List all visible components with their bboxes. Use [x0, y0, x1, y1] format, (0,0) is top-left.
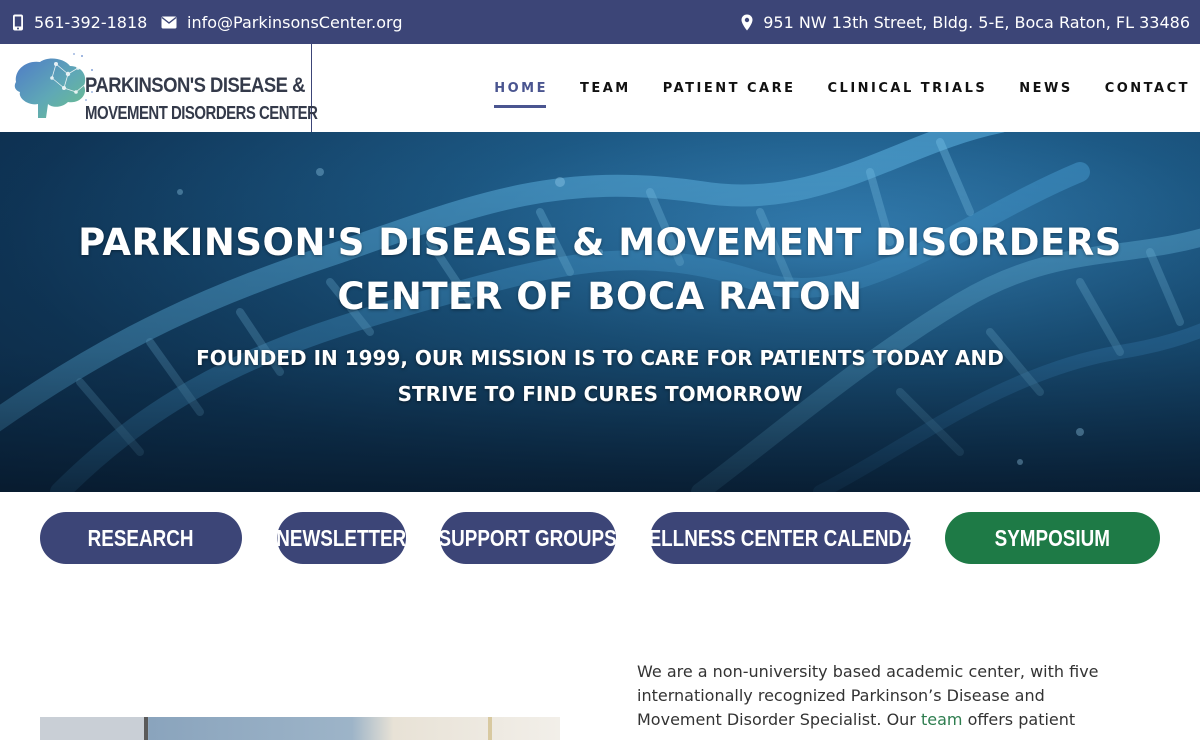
photo-detail [144, 717, 148, 740]
intro-paragraph: We are a non-university based academic c… [637, 660, 1157, 732]
nav-team[interactable]: TEAM [580, 81, 631, 96]
research-button-label: RESEARCH [88, 524, 194, 551]
logo-text-line-1: PARKINSON'S DISEASE & [85, 74, 305, 97]
photo-detail [488, 717, 492, 740]
intro-line-3-prefix: Movement Disorder Specialist. Our [637, 710, 921, 729]
hero-banner: PARKINSON'S DISEASE & MOVEMENT DISORDERS… [0, 132, 1200, 492]
hero-subtitle: FOUNDED IN 1999, OUR MISSION IS TO CARE … [150, 340, 1050, 412]
map-marker-icon [741, 14, 753, 30]
mobile-phone-icon [13, 14, 23, 30]
wellness-center-calendar-button[interactable]: WELLNESS CENTER CALENDAR [631, 512, 930, 564]
hero-title-line-1: PARKINSON'S DISEASE & MOVEMENT DISORDERS [78, 221, 1122, 264]
hero-subtitle-line-1: FOUNDED IN 1999, OUR MISSION IS TO CARE … [196, 346, 1004, 370]
team-link[interactable]: team [921, 710, 963, 729]
address-link[interactable]: 951 NW 13th Street, Bldg. 5-E, Boca Rato… [741, 0, 1190, 44]
hero-title: PARKINSON'S DISEASE & MOVEMENT DISORDERS… [0, 216, 1200, 324]
site-header: PARKINSON'S DISEASE & MOVEMENT DISORDERS… [0, 44, 1200, 132]
site-logo[interactable]: PARKINSON'S DISEASE & MOVEMENT DISORDERS… [0, 44, 318, 132]
main-navigation: HOME TEAM PATIENT CARE CLINICAL TRIALS N… [462, 44, 1190, 132]
nav-patient-care[interactable]: PATIENT CARE [663, 81, 796, 96]
street-address: 951 NW 13th Street, Bldg. 5-E, Boca Rato… [763, 12, 1190, 32]
intro-line-3: Movement Disorder Specialist. Our team o… [637, 708, 1157, 732]
envelope-icon [161, 16, 177, 28]
nav-contact[interactable]: CONTACT [1105, 81, 1190, 96]
newsletter-button[interactable]: NEWSLETTER [277, 512, 406, 564]
nav-news[interactable]: NEWS [1019, 81, 1072, 96]
email-link[interactable]: info@ParkinsonsCenter.org [161, 0, 402, 44]
email-address: info@ParkinsonsCenter.org [187, 12, 403, 32]
intro-line-3-suffix: offers patient [962, 710, 1076, 729]
support-groups-button[interactable]: SUPPORT GROUPS [438, 512, 618, 564]
top-contact-bar: 561-392-1818 info@ParkinsonsCenter.org 9… [0, 0, 1200, 44]
intro-line-1: We are a non-university based academic c… [637, 662, 1099, 681]
logo-text-line-2: MOVEMENT DISORDERS CENTER [85, 103, 318, 123]
hero-subtitle-line-2: STRIVE TO FIND CURES TOMORROW [397, 382, 803, 406]
wellness-center-calendar-button-label: WELLNESS CENTER CALENDAR [631, 524, 930, 551]
intro-line-2: internationally recognized Parkinson’s D… [637, 686, 1045, 705]
clinic-photo [40, 717, 560, 740]
brain-icon [14, 53, 93, 118]
newsletter-button-label: NEWSLETTER [276, 524, 407, 551]
symposium-button-label: SYMPOSIUM [994, 524, 1111, 551]
nav-clinical-trials[interactable]: CLINICAL TRIALS [828, 81, 988, 96]
symposium-button[interactable]: SYMPOSIUM [945, 512, 1160, 564]
phone-number: 561-392-1818 [34, 12, 148, 32]
research-button[interactable]: RESEARCH [40, 512, 242, 564]
support-groups-button-label: SUPPORT GROUPS [438, 524, 618, 551]
nav-home[interactable]: HOME [494, 81, 548, 108]
hero-title-line-2: CENTER OF BOCA RATON [337, 275, 863, 318]
phone-link[interactable]: 561-392-1818 [12, 0, 147, 44]
